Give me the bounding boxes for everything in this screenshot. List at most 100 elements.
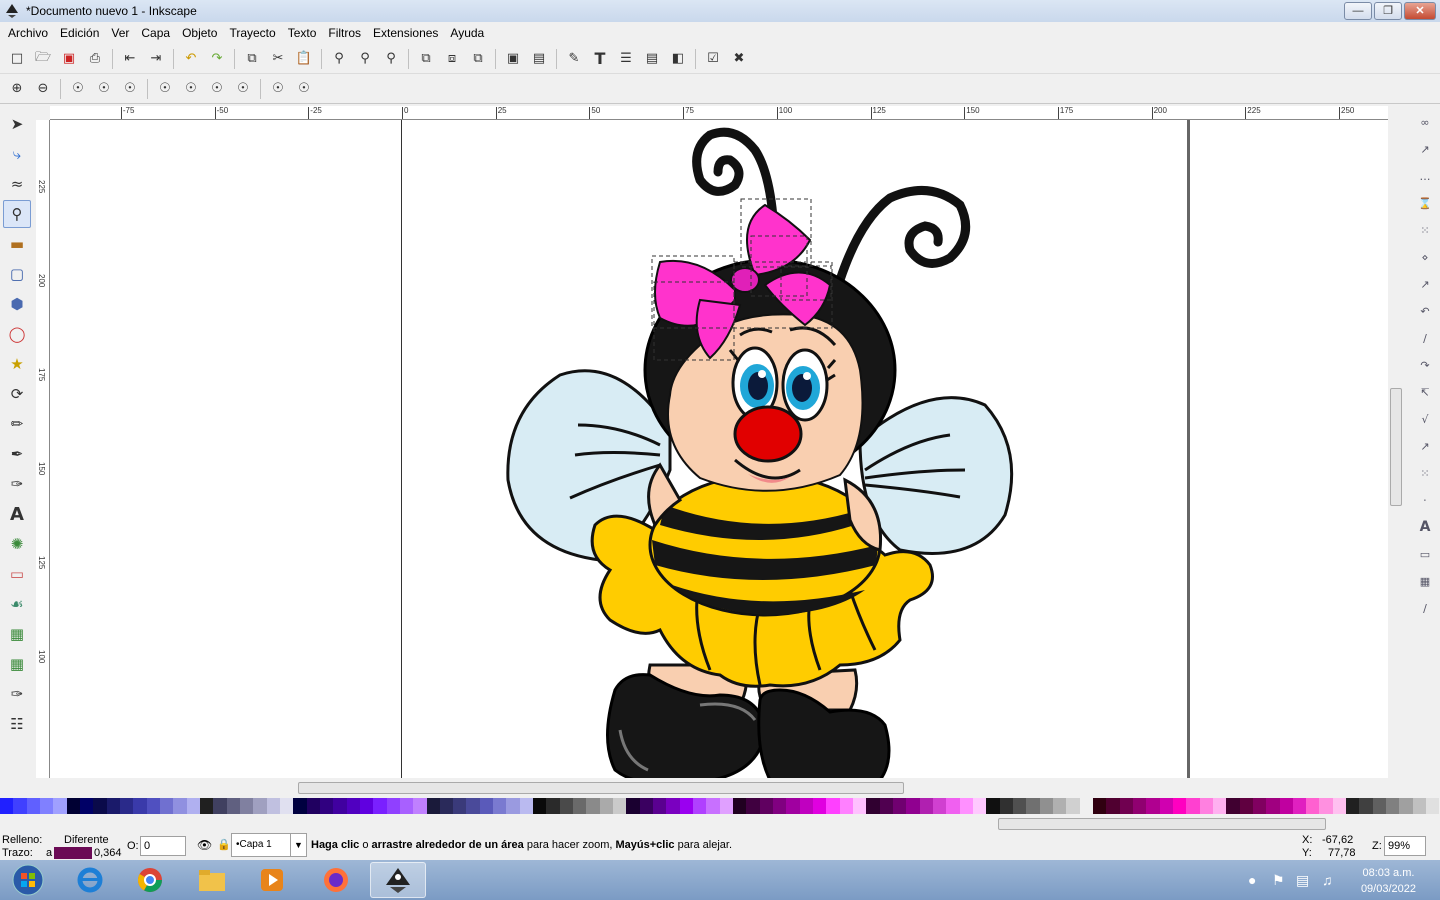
palette-swatch[interactable] xyxy=(826,798,840,814)
menu-ayuda[interactable]: Ayuda xyxy=(444,26,490,40)
ungroup-icon[interactable]: ▤ xyxy=(526,46,552,72)
palette-swatch[interactable] xyxy=(1399,798,1413,814)
volume-tray-icon[interactable]: ♫ xyxy=(1322,872,1333,888)
horizontal-scroll-thumb[interactable] xyxy=(298,782,904,794)
start-button[interactable] xyxy=(0,862,56,898)
palette-swatch[interactable] xyxy=(853,798,867,814)
palette-swatch[interactable] xyxy=(1412,798,1427,814)
vertical-scrollbar[interactable] xyxy=(1388,106,1404,778)
palette-swatch[interactable] xyxy=(426,798,440,814)
palette-swatch[interactable] xyxy=(586,798,600,814)
palette-swatch[interactable] xyxy=(693,798,707,814)
palette-swatch[interactable] xyxy=(879,798,893,814)
star-tool-icon[interactable]: ★ xyxy=(3,350,31,378)
palette-swatch[interactable] xyxy=(1012,798,1027,814)
fill-value[interactable]: Diferente xyxy=(64,834,109,846)
file-explorer-icon[interactable] xyxy=(184,862,240,898)
snap-path-icon[interactable]: ↶ xyxy=(1413,299,1437,323)
group-icon[interactable]: ▣ xyxy=(500,46,526,72)
inkscape-icon[interactable] xyxy=(370,862,426,898)
palette-swatch[interactable] xyxy=(266,798,280,814)
xml-editor-icon[interactable]: ▤ xyxy=(639,46,665,72)
palette-swatch[interactable] xyxy=(239,798,254,814)
palette-swatch[interactable] xyxy=(1079,798,1093,814)
palette-swatch[interactable] xyxy=(839,798,853,814)
cut-icon[interactable]: ✂ xyxy=(265,46,291,72)
snap-midpoint-icon[interactable]: √ xyxy=(1413,407,1437,431)
zoom-previous-icon[interactable]: ☉ xyxy=(265,76,291,102)
stroke-width[interactable]: 0,364 xyxy=(94,847,122,859)
redo-icon[interactable]: ↷ xyxy=(204,46,230,72)
palette-swatch[interactable] xyxy=(479,798,494,814)
palette-swatch[interactable] xyxy=(0,798,14,814)
chrome-icon[interactable] xyxy=(122,862,178,898)
snap-nodes-icon[interactable]: ↗ xyxy=(1413,272,1437,296)
close-button[interactable]: ✕ xyxy=(1404,2,1436,20)
menu-texto[interactable]: Texto xyxy=(282,26,323,40)
zoom-tool-icon[interactable]: ⚲ xyxy=(3,200,31,228)
snap-text-icon[interactable]: A xyxy=(1413,515,1437,539)
color-palette[interactable] xyxy=(0,798,1440,814)
palette-swatch[interactable] xyxy=(999,798,1013,814)
snap-rotation-center-icon[interactable]: ⁙ xyxy=(1413,461,1437,485)
palette-swatch[interactable] xyxy=(439,798,454,814)
palette-swatch[interactable] xyxy=(173,798,187,814)
palette-swatch[interactable] xyxy=(1266,798,1280,814)
horizontal-scrollbar[interactable] xyxy=(50,780,1400,796)
palette-scroll-thumb[interactable] xyxy=(998,818,1326,830)
palette-swatch[interactable] xyxy=(13,798,27,814)
vertical-scroll-thumb[interactable] xyxy=(1390,388,1402,506)
paste-icon[interactable]: 📋 xyxy=(291,46,317,72)
spiral-tool-icon[interactable]: ⟳ xyxy=(3,380,31,408)
save-icon[interactable]: ▣ xyxy=(56,46,82,72)
palette-swatch[interactable] xyxy=(1106,798,1120,814)
palette-swatch[interactable] xyxy=(26,798,40,814)
palette-swatch[interactable] xyxy=(892,798,907,814)
palette-swatch[interactable] xyxy=(1319,798,1333,814)
palette-swatch[interactable] xyxy=(946,798,960,814)
palette-swatch[interactable] xyxy=(1426,798,1440,814)
zoom-1-2-icon[interactable]: ☉ xyxy=(91,76,117,102)
layer-dropdown[interactable]: •Capa 1 ▼ xyxy=(231,833,307,857)
palette-swatch[interactable] xyxy=(306,798,320,814)
snap-bbox-center-icon[interactable]: ⋄ xyxy=(1413,245,1437,269)
layers-icon[interactable]: ☰ xyxy=(613,46,639,72)
drawing-canvas[interactable] xyxy=(50,120,1388,778)
palette-swatch[interactable] xyxy=(453,798,467,814)
zoom-in-icon[interactable]: ⊕ xyxy=(4,76,30,102)
palette-swatch[interactable] xyxy=(199,798,214,814)
duplicate-icon[interactable]: ⧉ xyxy=(413,46,439,72)
palette-swatch[interactable] xyxy=(133,798,147,814)
palette-swatch[interactable] xyxy=(932,798,947,814)
zoom-out-icon[interactable]: ⊖ xyxy=(30,76,56,102)
palette-swatch[interactable] xyxy=(1199,798,1213,814)
palette-swatch[interactable] xyxy=(119,798,134,814)
palette-swatch[interactable] xyxy=(39,798,54,814)
palette-swatch[interactable] xyxy=(226,798,240,814)
palette-swatch[interactable] xyxy=(186,798,200,814)
palette-swatch[interactable] xyxy=(1132,798,1147,814)
palette-swatch[interactable] xyxy=(466,798,480,814)
snap-page-icon[interactable]: ▭ xyxy=(1413,542,1437,566)
palette-swatch[interactable] xyxy=(1026,798,1040,814)
undo-icon[interactable]: ↶ xyxy=(178,46,204,72)
zoom-1-1-icon[interactable]: ☉ xyxy=(65,76,91,102)
palette-swatch[interactable] xyxy=(679,798,694,814)
menu-edicion[interactable]: Edición xyxy=(54,26,105,40)
palette-swatch[interactable] xyxy=(1119,798,1133,814)
snap-guide-icon[interactable]: ∕ xyxy=(1413,596,1437,620)
media-player-icon[interactable] xyxy=(244,862,300,898)
gradient-tool-icon[interactable]: ▦ xyxy=(3,620,31,648)
text-tool-icon[interactable]: A xyxy=(3,500,31,528)
stroke-color-swatch[interactable] xyxy=(54,847,92,859)
zoom-selection-icon[interactable]: ⚲ xyxy=(326,46,352,72)
zoom-next-icon[interactable]: ☉ xyxy=(291,76,317,102)
palette-swatch[interactable] xyxy=(599,798,614,814)
palette-swatch[interactable] xyxy=(1239,798,1253,814)
zoom-drawing-icon[interactable]: ☉ xyxy=(178,76,204,102)
zoom-page-width-icon[interactable]: ☉ xyxy=(230,76,256,102)
palette-swatch[interactable] xyxy=(333,798,347,814)
bee-illustration[interactable] xyxy=(50,120,1388,778)
menu-capa[interactable]: Capa xyxy=(135,26,176,40)
new-icon[interactable]: □ xyxy=(4,46,30,72)
